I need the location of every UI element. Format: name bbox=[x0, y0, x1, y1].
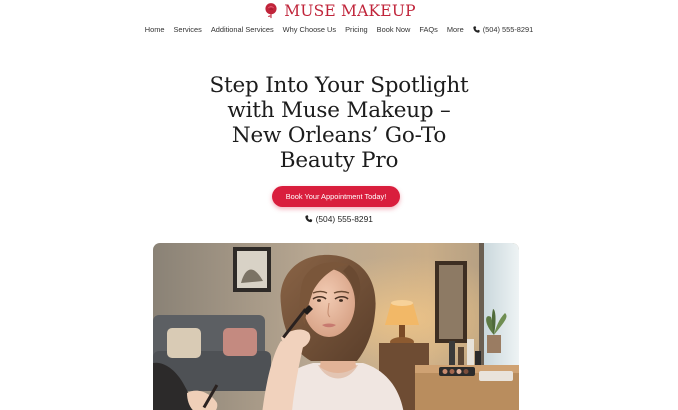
rose-logo-icon bbox=[265, 3, 277, 19]
nav-item-services[interactable]: Services bbox=[173, 25, 201, 34]
main-nav: Home Services Additional Services Why Ch… bbox=[0, 25, 678, 34]
nav-item-additional-services[interactable]: Additional Services bbox=[211, 25, 274, 34]
hero-title-line: with Muse Makeup – bbox=[227, 98, 451, 123]
brand-name: MUSE MAKEUP bbox=[284, 2, 416, 20]
photo-illustration bbox=[153, 243, 519, 410]
hero-title-line: Step Into Your Spotlight bbox=[209, 73, 469, 98]
site-header: MUSE MAKEUP Home Services Additional Ser… bbox=[0, 0, 678, 40]
nav-phone-number: (504) 555-8291 bbox=[482, 25, 534, 34]
book-appointment-button[interactable]: Book Your Appointment Today! bbox=[272, 186, 400, 207]
nav-item-home[interactable]: Home bbox=[145, 25, 165, 34]
nav-item-more[interactable]: More bbox=[447, 25, 464, 34]
phone-icon bbox=[473, 26, 480, 33]
hero-phone-link[interactable]: (504) 555-8291 bbox=[0, 214, 678, 224]
makeup-application-photo bbox=[153, 243, 519, 410]
brand[interactable]: MUSE MAKEUP bbox=[0, 1, 678, 20]
hero-title-line: Beauty Pro bbox=[279, 148, 399, 173]
nav-item-faqs[interactable]: FAQs bbox=[419, 25, 437, 34]
hero-phone-number: (504) 555-8291 bbox=[315, 214, 373, 224]
hero-title: Step Into Your Spotlight with Muse Makeu… bbox=[0, 73, 678, 173]
phone-icon bbox=[305, 215, 313, 223]
nav-item-book-now[interactable]: Book Now bbox=[377, 25, 411, 34]
nav-phone-link[interactable]: (504) 555-8291 bbox=[473, 25, 534, 34]
nav-item-why-choose-us[interactable]: Why Choose Us bbox=[283, 25, 336, 34]
nav-item-pricing[interactable]: Pricing bbox=[345, 25, 368, 34]
hero-title-line: New Orleans’ Go-To bbox=[231, 123, 447, 148]
page: MUSE MAKEUP Home Services Additional Ser… bbox=[0, 0, 678, 410]
